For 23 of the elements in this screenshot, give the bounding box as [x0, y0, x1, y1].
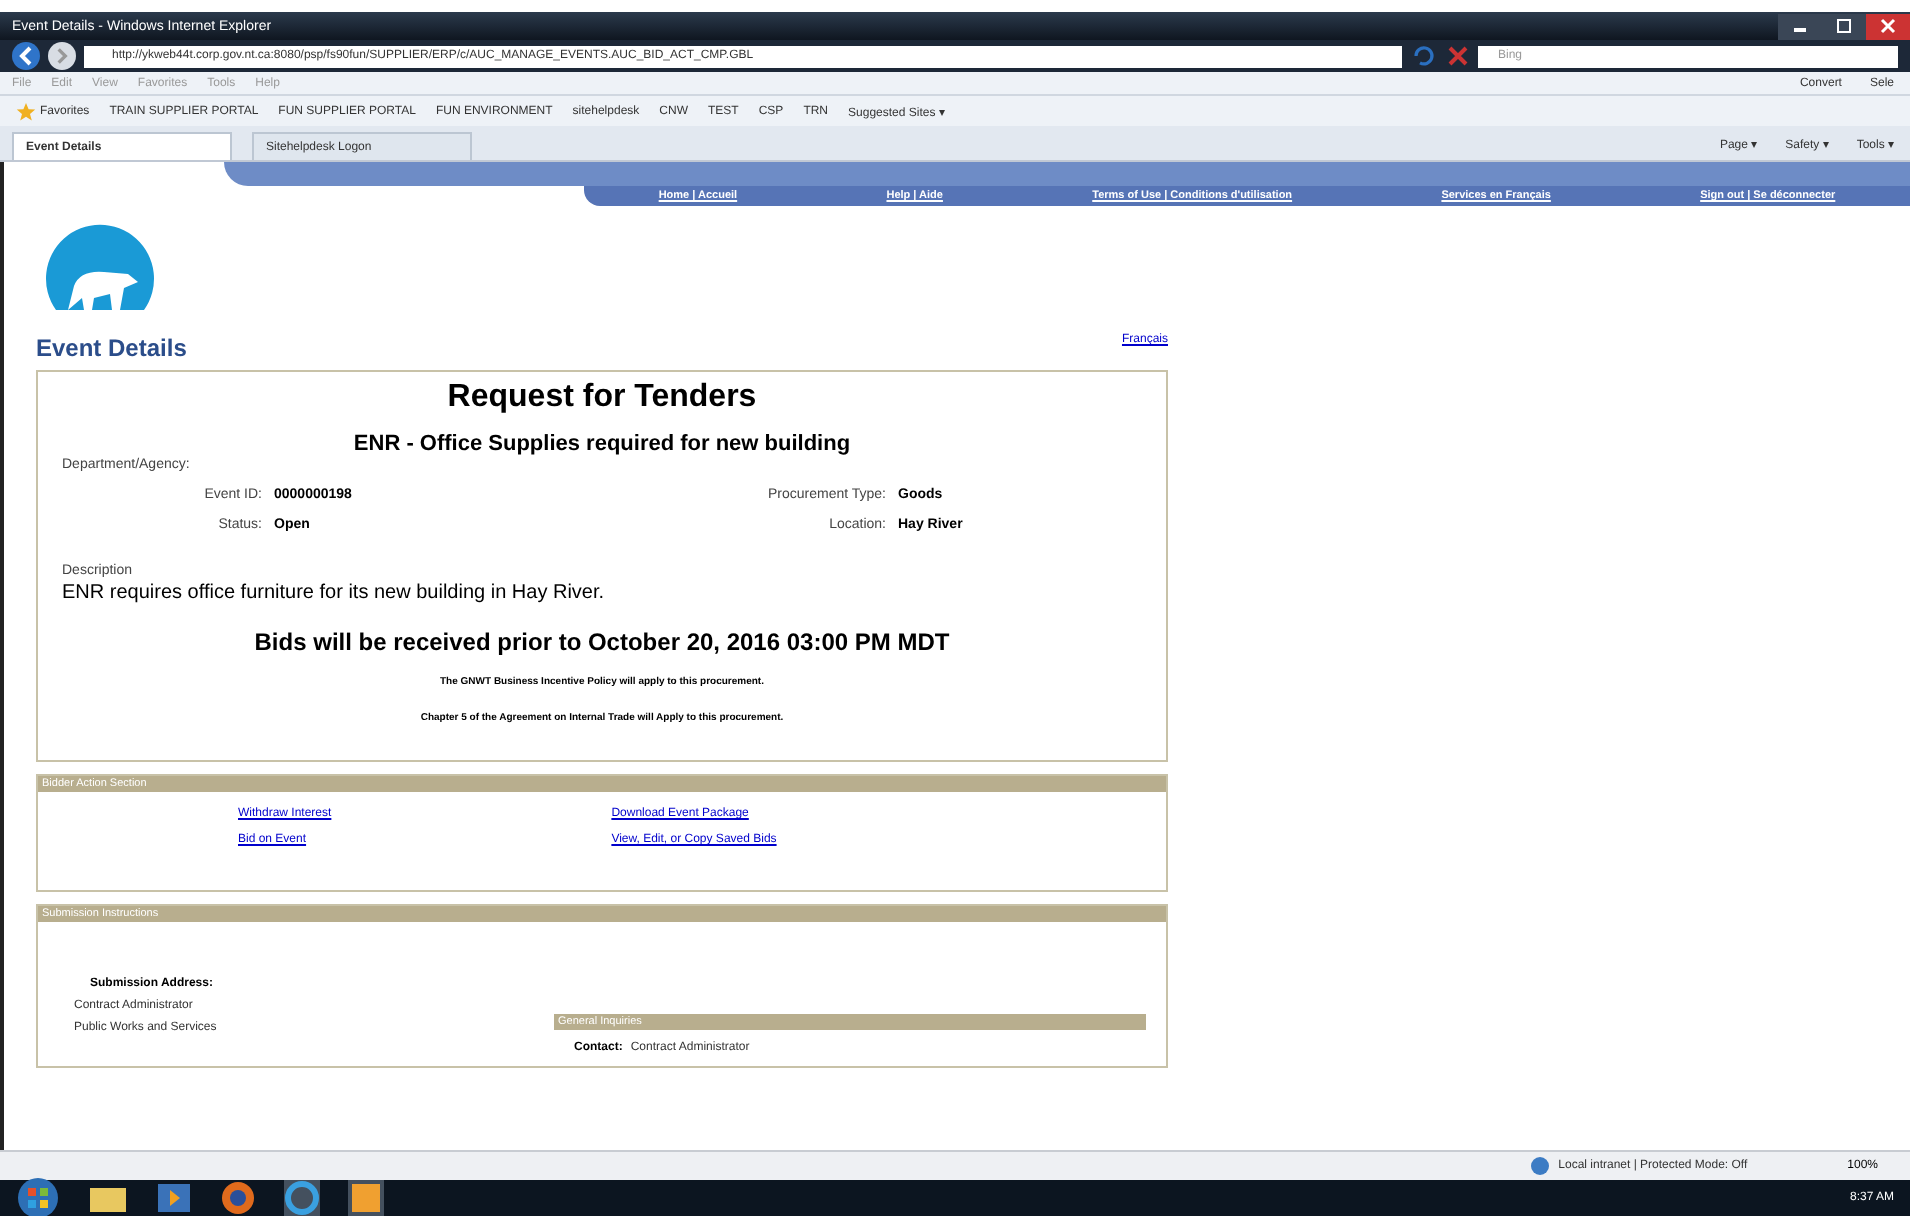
deadline-text: Bids will be received prior to October 20, 2016 03:00 PM MDT — [252, 628, 952, 656]
close-icon — [1880, 18, 1896, 34]
page-heading: Event Details — [36, 334, 187, 362]
back-button[interactable] — [12, 42, 40, 70]
maximize-icon — [1836, 18, 1852, 34]
minimize-button[interactable] — [1778, 13, 1822, 39]
description-text: ENR requires office furniture for its new building in Hay River. — [62, 582, 607, 604]
mail-app-icon[interactable] — [348, 1180, 384, 1216]
event-type-title: Request for Tenders — [445, 380, 759, 416]
globe-icon — [1530, 1156, 1551, 1176]
refresh-icon[interactable] — [1410, 44, 1438, 68]
event-name: ENR - Office Supplies required for new building — [351, 432, 853, 456]
windows-orb-icon — [16, 1176, 60, 1216]
media-player-icon[interactable] — [156, 1182, 192, 1214]
start-button[interactable] — [16, 1176, 60, 1216]
ie-icon[interactable] — [284, 1180, 320, 1216]
maximize-button[interactable] — [1822, 13, 1866, 39]
forward-button[interactable] — [48, 42, 76, 70]
stop-icon[interactable] — [1446, 44, 1470, 68]
star-icon — [16, 101, 36, 121]
folder-icon[interactable] — [88, 1182, 128, 1214]
browser-globe-icon[interactable] — [220, 1180, 256, 1216]
close-button[interactable] — [1866, 13, 1910, 39]
